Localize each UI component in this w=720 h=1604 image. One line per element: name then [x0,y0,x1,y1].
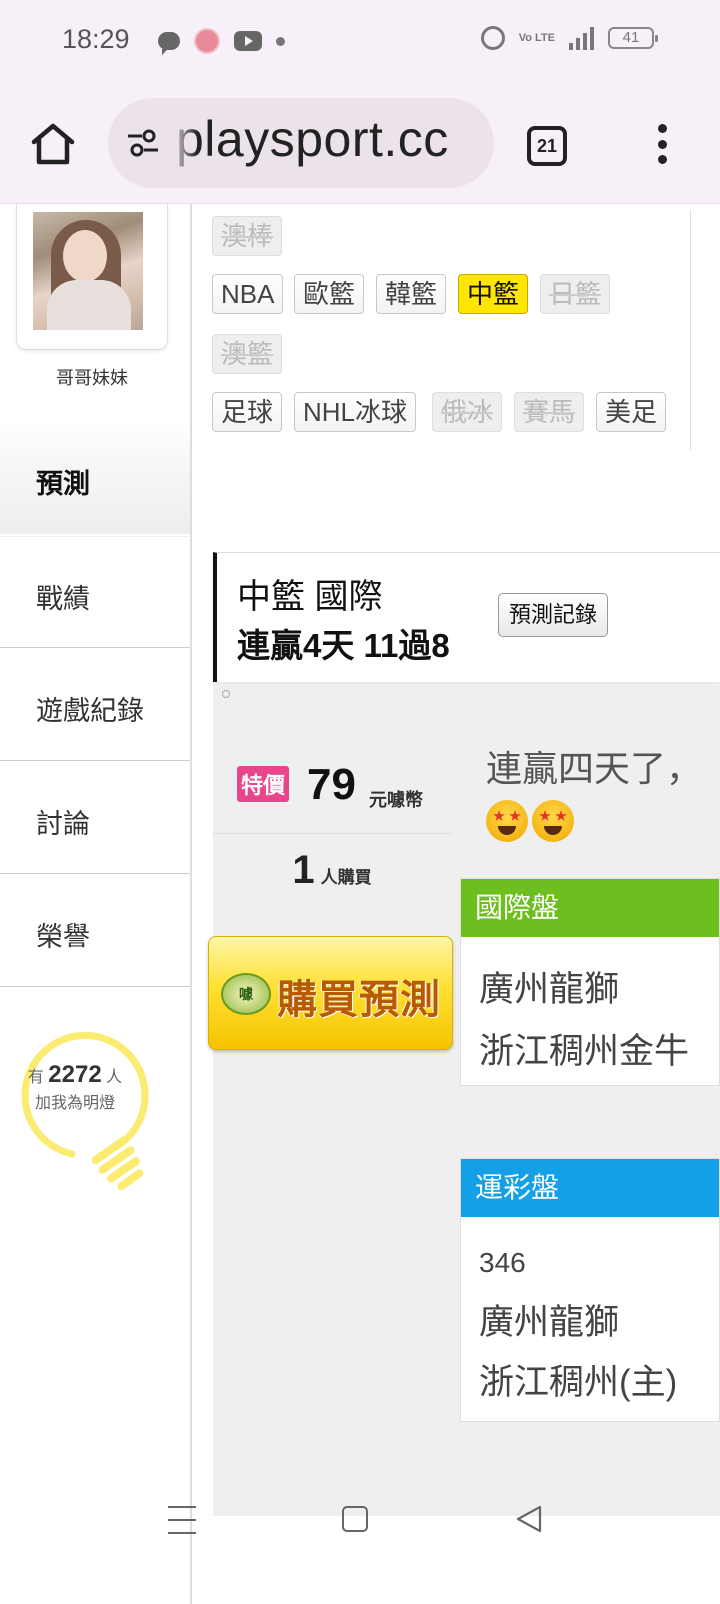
follower-suffix: 人 [106,1069,123,1086]
prediction-record-button[interactable]: 預測記錄 [498,593,609,637]
avatar[interactable] [33,212,143,330]
site-settings-icon[interactable] [126,128,160,158]
battery-icon: 41 [608,27,658,49]
buyer-count: 1 人購買 [213,848,451,893]
filter-chip: 日籃 [540,274,611,314]
divider [690,210,691,450]
filter-chip: 賽馬 [514,392,585,432]
follower-prefix: 有 [27,1069,44,1086]
sidebar: 哥哥妹妹 預測 戰績 遊戲紀錄 討論 榮譽 有 2272 人 加我為明燈 [0,204,192,1604]
price-area: 特價 79 元噱幣 [213,740,451,834]
intl-odds-panel: 國際盤 廣州龍獅 浙江稠州金牛 [460,878,720,1086]
buy-prediction-button[interactable]: 噱 購買預測 [208,936,453,1050]
status-bar: 18:29 Vo LTE 41 [0,0,720,82]
sidebar-item-honor[interactable]: 榮譽 [0,875,190,987]
volte-icon: Vo LTE [518,31,555,44]
intl-odds-body: 廣州龍獅 浙江稠州金牛 [461,937,719,1083]
home-nav-icon[interactable] [342,1506,368,1532]
url-fade [170,98,198,188]
signal-icon [569,26,594,50]
star-struck-icon [486,800,528,842]
youtube-icon [234,31,262,51]
filter-chip[interactable]: NBA [212,274,284,314]
browser-toolbar: playsport.cc 21 [0,82,720,204]
filter-chip: 澳棒 [212,216,283,256]
price-value: 79 [307,760,356,809]
url-text: playsport.cc [176,111,449,167]
prediction-streak: 連贏4天 11過8 [237,627,450,664]
follower-number: 2272 [48,1061,102,1088]
prediction-description: 連贏四天了， [486,748,703,789]
team-name: 浙江稠州(主) [479,1363,678,1402]
avatar-card[interactable] [16,204,168,350]
intl-odds-title: 國際盤 [461,879,719,937]
league-filter: 澳棒 NBA 歐籃 韓籃 中籃 日籃 澳籃 足球 NHL冰球 俄冰 賽馬 美足 [212,204,692,444]
buy-prediction-label: 購買預測 [277,978,441,1022]
sidebar-item-prediction[interactable]: 預測 [0,422,190,534]
status-time: 18:29 [62,24,130,54]
lottery-odds-body: 346 廣州龍獅 浙江稠州(主) [461,1217,719,1413]
special-price-badge: 特價 [237,766,290,802]
buyer-label: 人購買 [320,868,372,887]
recent-apps-icon[interactable] [168,1506,196,1534]
sidebar-item-record[interactable]: 戰績 [0,536,190,648]
filter-chip[interactable]: 美足 [596,392,667,432]
app-badge-icon [194,28,220,54]
coin-logo-icon: 噱 [221,973,271,1015]
filter-chip: 俄冰 [432,392,503,432]
filter-chip[interactable]: NHL冰球 [294,392,417,432]
message-icon [158,32,180,55]
buyer-number: 1 [292,848,315,892]
sidebar-item-label: 戰績 [36,584,90,614]
alarm-icon [480,26,505,50]
sidebar-item-label: 預測 [36,469,90,499]
system-icons: Vo LTE 41 [480,26,658,50]
system-nav-bar [0,1490,720,1560]
filter-chip[interactable]: 歐籃 [294,274,365,314]
filter-chip[interactable]: 足球 [212,392,283,432]
follower-count[interactable]: 有 2272 人 加我為明燈 [10,1062,140,1117]
notification-icons [158,28,285,55]
game-number: 346 [479,1247,526,1278]
sidebar-item-label: 討論 [36,809,90,839]
sidebar-item-label: 遊戲紀錄 [36,696,144,726]
star-struck-icon [532,800,574,842]
filter-chip[interactable]: 韓籃 [376,274,447,314]
home-icon[interactable] [30,122,76,166]
more-menu-icon[interactable] [656,124,668,164]
prediction-league: 中籃 國際 [237,578,383,616]
team-name: 浙江稠州金牛 [479,1032,690,1071]
lottery-odds-title: 運彩盤 [461,1159,719,1217]
team-name: 廣州龍獅 [479,1303,620,1342]
price-currency: 元噱幣 [369,790,423,810]
user-nickname[interactable]: 哥哥妹妹 [0,364,184,390]
dot-icon [276,36,285,46]
tabs-icon[interactable]: 21 [527,126,567,166]
address-bar[interactable]: playsport.cc [108,98,494,188]
prediction-header: 中籃 國際 連贏4天 11過8 預測記錄 [213,552,720,682]
dot-icon [222,690,230,698]
team-name: 廣州龍獅 [479,970,620,1009]
sidebar-item-game-log[interactable]: 遊戲紀錄 [0,649,190,761]
sidebar-item-discussion[interactable]: 討論 [0,762,190,874]
back-icon[interactable] [514,1504,544,1534]
filter-chip-selected[interactable]: 中籃 [458,274,529,314]
lottery-odds-panel: 運彩盤 346 廣州龍獅 浙江稠州(主) [460,1158,720,1422]
filter-chip: 澳籃 [212,334,283,374]
sidebar-item-label: 榮譽 [36,922,90,952]
follower-caption: 加我為明燈 [34,1095,115,1112]
emoji-row [486,800,574,842]
